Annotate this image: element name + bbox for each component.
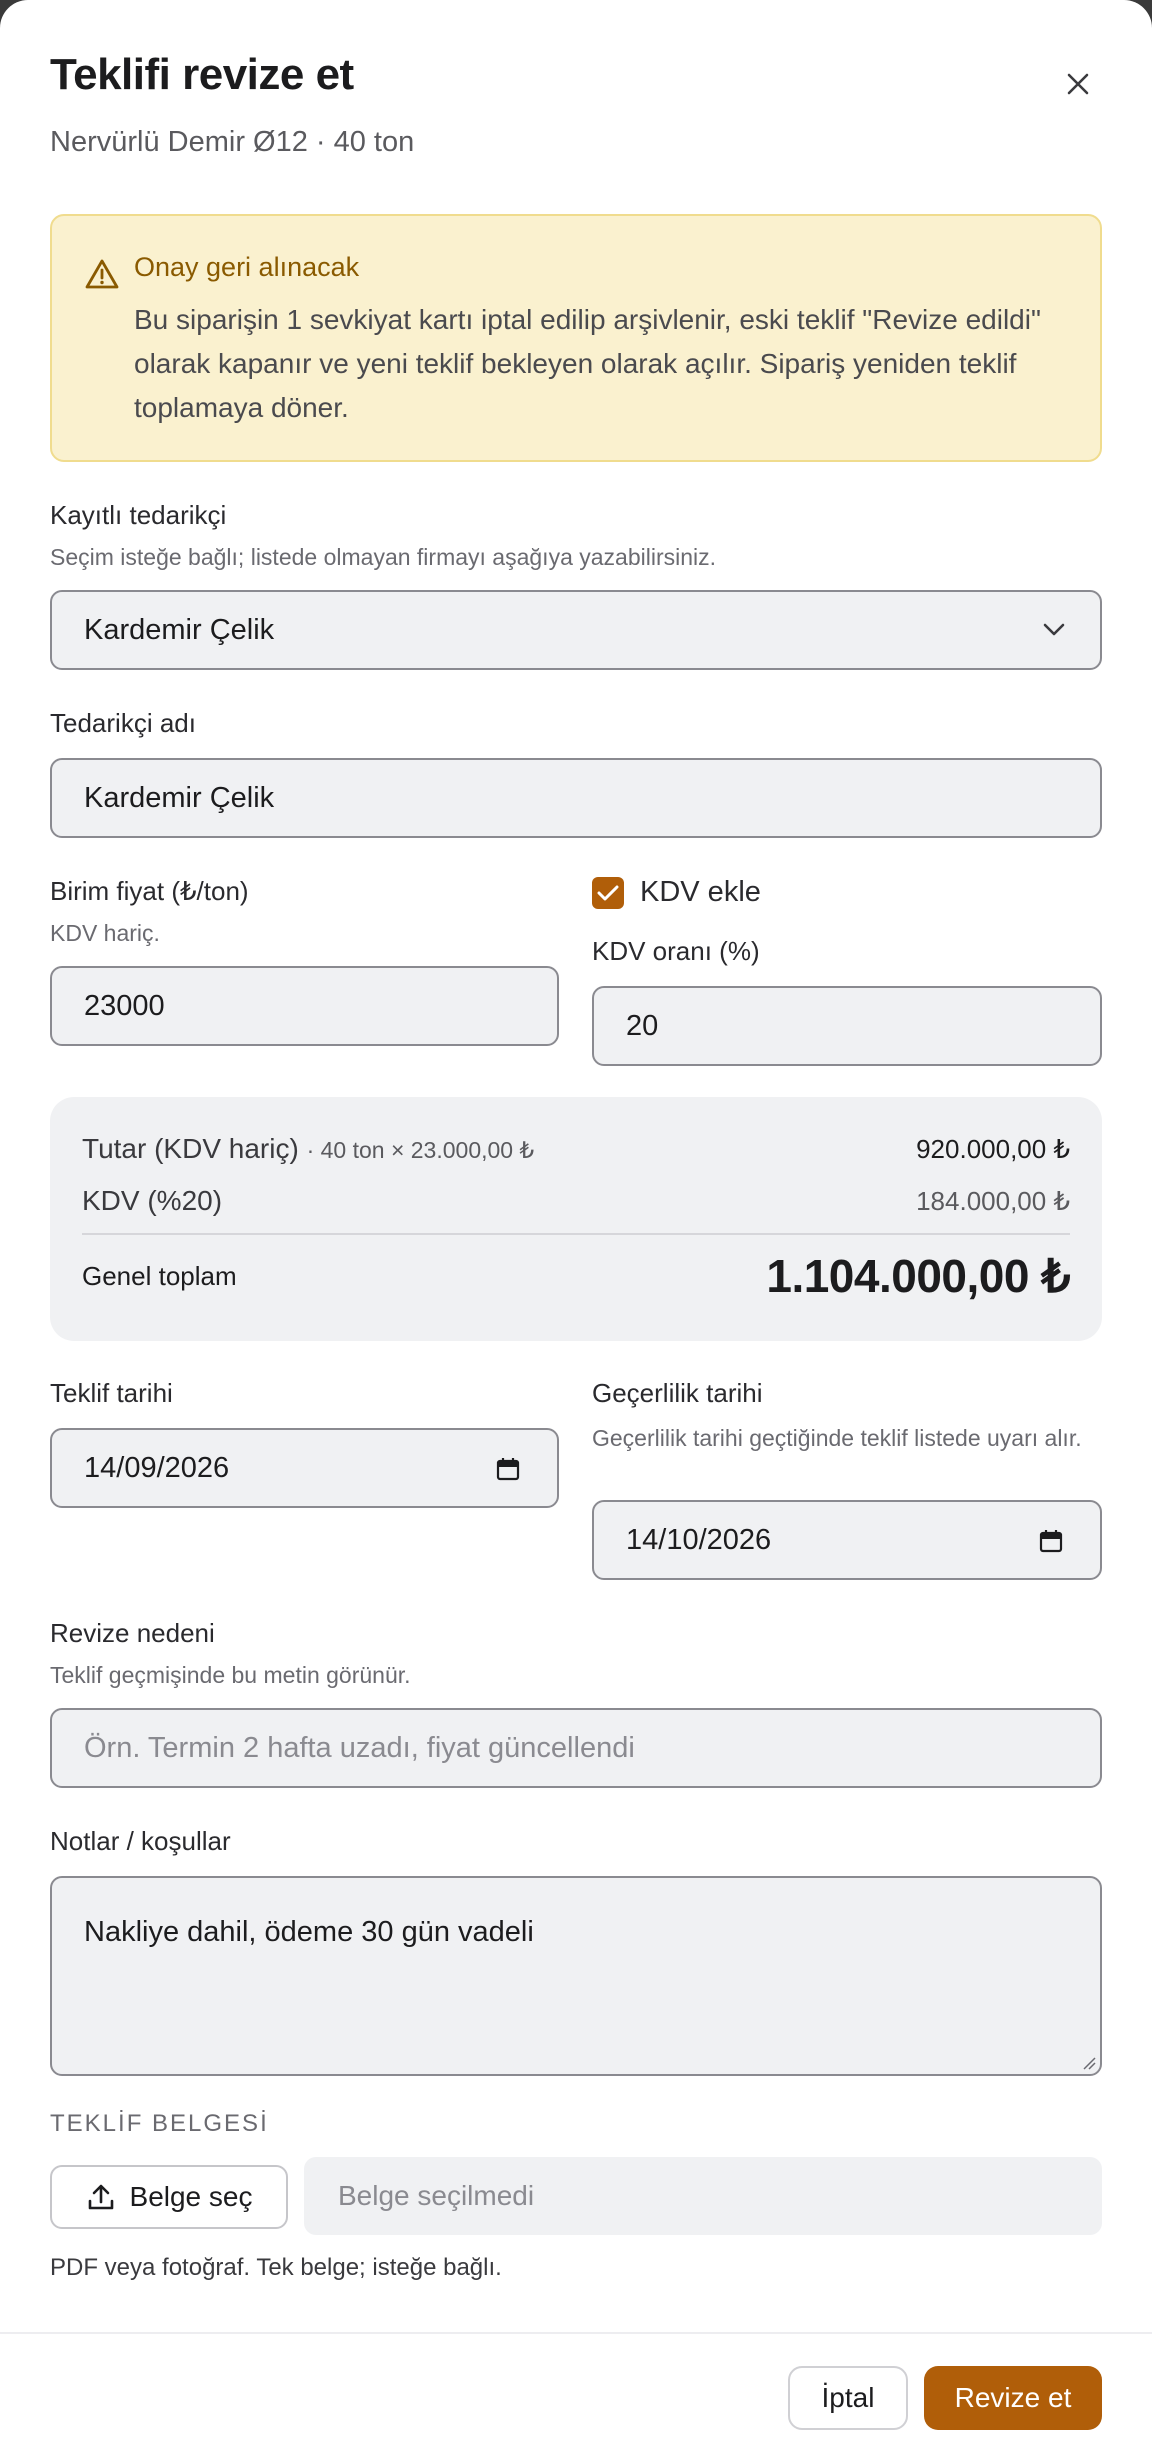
cancel-button[interactable]: İptal: [788, 2366, 908, 2430]
supplier-name-input[interactable]: Kardemir Çelik: [50, 758, 1102, 838]
net-amount-label-text: Tutar (KDV hariç): [82, 1133, 299, 1164]
warning-triangle-icon: [85, 259, 119, 289]
revision-reason-input[interactable]: Örn. Termin 2 hafta uzadı, fiyat güncell…: [50, 1708, 1102, 1788]
grand-total-value: 1.104.000,00 ₺: [766, 1250, 1070, 1302]
select-document-label: Belge seç: [129, 2181, 253, 2212]
footer-divider: [0, 2332, 1152, 2334]
notes-value: Nakliye dahil, ödeme 30 gün vadeli: [84, 1916, 534, 1948]
notes-label: Notlar / koşullar: [50, 1826, 231, 1856]
supplier-select-value: Kardemir Çelik: [84, 613, 275, 646]
warning-alert: Onay geri alınacak Bu siparişin 1 sevkiy…: [50, 214, 1102, 462]
calendar-icon[interactable]: [495, 1456, 521, 1482]
close-icon: [1067, 73, 1089, 95]
summary-divider: [82, 1233, 1070, 1235]
offer-date-label: Teklif tarihi: [50, 1378, 173, 1408]
document-help: PDF veya fotoğraf. Tek belge; isteğe bağ…: [50, 2254, 502, 2281]
check-icon: [597, 885, 619, 901]
vat-rate-input[interactable]: 20: [592, 986, 1102, 1066]
supplier-select-label: Kayıtlı tedarikçi: [50, 500, 227, 530]
validity-date-label: Geçerlilik tarihi: [592, 1378, 763, 1408]
price-summary: Tutar (KDV hariç) · 40 ton × 23.000,00 ₺…: [50, 1097, 1102, 1341]
revise-offer-modal: Teklifi revize et Nervürlü Demir Ø12 · 4…: [0, 0, 1152, 2464]
unit-price-value: 23000: [84, 989, 165, 1022]
net-amount-value: 920.000,00 ₺: [916, 1134, 1070, 1164]
chevron-down-icon: [1043, 623, 1065, 636]
validity-date-value: 14/10/2026: [626, 1523, 772, 1556]
unit-price-help: KDV hariç.: [50, 920, 160, 946]
supplier-select[interactable]: Kardemir Çelik: [50, 590, 1102, 670]
unit-price-input[interactable]: 23000: [50, 966, 559, 1046]
vat-amount-label: KDV (%20): [82, 1185, 223, 1216]
close-button[interactable]: [1056, 62, 1100, 106]
supplier-name-label: Tedarikçi adı: [50, 708, 196, 738]
revision-reason-placeholder: Örn. Termin 2 hafta uzadı, fiyat güncell…: [84, 1731, 635, 1764]
resize-handle-icon[interactable]: [1080, 2054, 1096, 2070]
select-document-button[interactable]: Belge seç: [50, 2165, 288, 2229]
supplier-select-help: Seçim isteğe bağlı; listede olmayan firm…: [50, 544, 717, 570]
offer-date-input[interactable]: 14/09/2026: [50, 1428, 559, 1508]
modal-title: Teklifi revize et: [50, 50, 354, 99]
revision-reason-help: Teklif geçmişinde bu metin görünür.: [50, 1662, 411, 1688]
validity-date-help: Geçerlilik tarihi geçtiğinde teklif list…: [592, 1425, 1082, 1451]
unit-price-label: Birim fiyat (₺/ton): [50, 876, 249, 906]
vat-rate-value: 20: [626, 1009, 659, 1042]
validity-date-input[interactable]: 14/10/2026: [592, 1500, 1102, 1580]
vat-checkbox[interactable]: [592, 877, 624, 909]
document-status: Belge seçilmedi: [304, 2157, 1102, 2235]
revise-submit-button[interactable]: Revize et: [924, 2366, 1102, 2430]
revision-reason-label: Revize nedeni: [50, 1618, 215, 1648]
alert-body: Bu siparişin 1 sevkiyat kartı iptal edil…: [134, 304, 1041, 423]
document-section-title: TEKLİF BELGESİ: [50, 2110, 269, 2137]
grand-total-label: Genel toplam: [82, 1260, 237, 1291]
vat-rate-label: KDV oranı (%): [592, 936, 760, 966]
vat-checkbox-label[interactable]: KDV ekle: [640, 876, 761, 909]
upload-icon: [88, 2184, 113, 2210]
vat-amount-value: 184.000,00 ₺: [916, 1186, 1070, 1216]
net-amount-detail: · 40 ton × 23.000,00 ₺: [306, 1137, 535, 1163]
notes-textarea[interactable]: Nakliye dahil, ödeme 30 gün vadeli: [50, 1876, 1102, 2076]
net-amount-label: Tutar (KDV hariç) · 40 ton × 23.000,00 ₺: [82, 1133, 534, 1165]
supplier-name-value: Kardemir Çelik: [84, 781, 275, 814]
offer-date-value: 14/09/2026: [84, 1451, 230, 1484]
modal-subtitle: Nervürlü Demir Ø12 · 40 ton: [50, 126, 415, 158]
alert-title: Onay geri alınacak: [134, 252, 360, 282]
calendar-icon[interactable]: [1038, 1528, 1064, 1554]
